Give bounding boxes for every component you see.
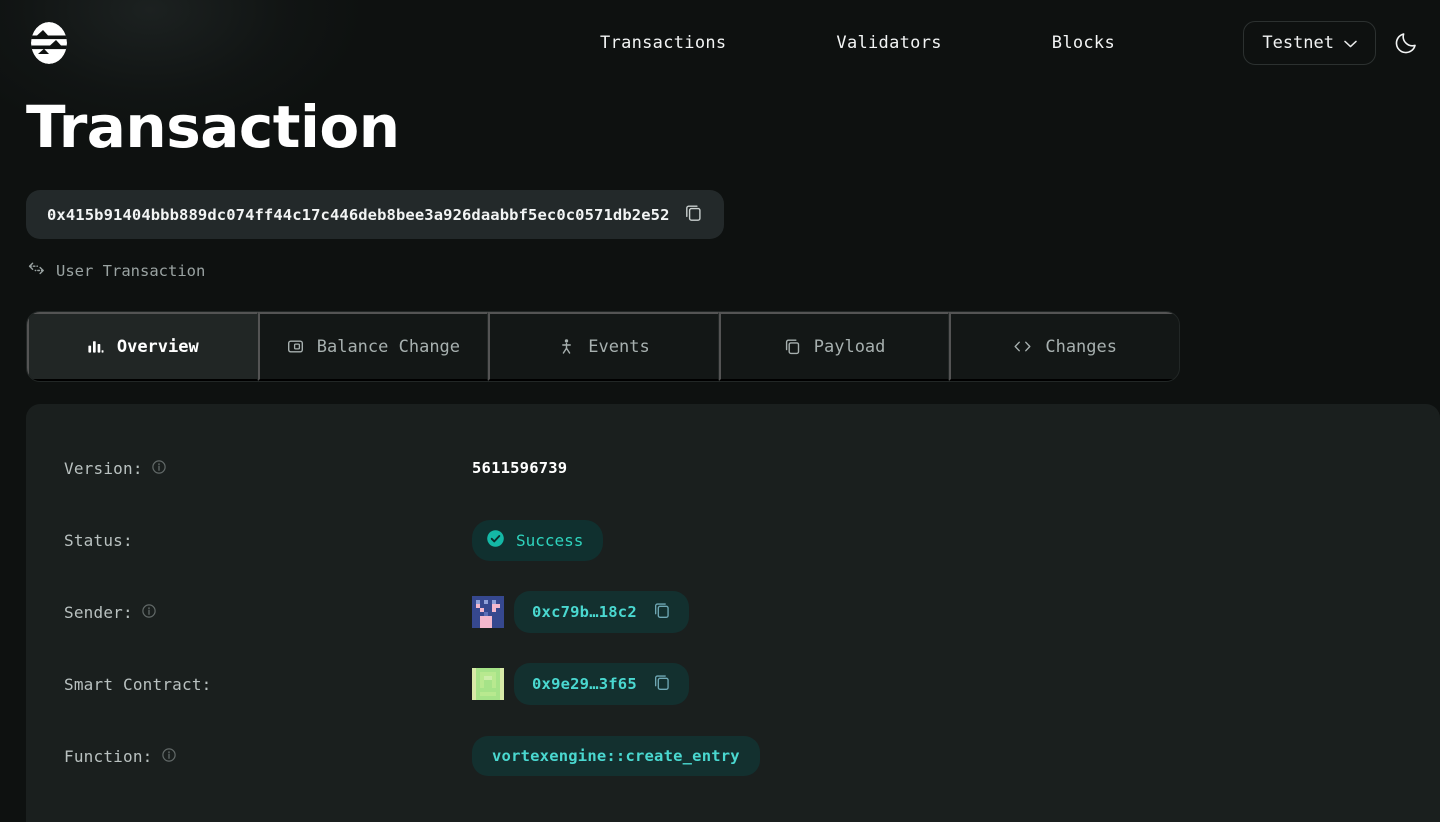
detail-row-function: Function: vortexengine::create_entry — [26, 720, 1440, 792]
copy-icon[interactable] — [653, 673, 671, 695]
tab-events-label: Events — [588, 336, 650, 357]
detail-label-function: Function: — [64, 746, 153, 766]
detail-row-amount: Amount: 0 APT — [26, 792, 1440, 822]
tab-events[interactable]: Events — [488, 312, 719, 381]
detail-label-sender: Sender: — [64, 602, 133, 622]
overview-panel: Version: 5611596739 Status: Success Send… — [26, 404, 1440, 822]
row-label: Amount: — [64, 819, 472, 822]
detail-row-sender: Sender: 0xc79b…18c2 — [26, 576, 1440, 648]
documents-icon — [784, 338, 801, 355]
code-brackets-icon — [1013, 339, 1032, 354]
smart-contract-address-pill[interactable]: 0x9e29…3f65 — [514, 663, 689, 705]
row-value: 0x9e29…3f65 — [472, 663, 689, 705]
function-name: vortexengine::create_entry — [492, 747, 740, 765]
person-icon — [558, 338, 575, 355]
sender-address-pill[interactable]: 0xc79b…18c2 — [514, 591, 689, 633]
status-badge-label: Success — [516, 530, 584, 550]
main-nav: Transactions Validators Blocks — [600, 0, 1115, 86]
row-value: vortexengine::create_entry — [472, 736, 760, 776]
transfer-arrows-icon — [28, 261, 45, 280]
page-root: Transactions Validators Blocks Testnet T… — [0, 0, 1440, 822]
row-label: Sender: — [64, 603, 472, 622]
row-label: Status: — [64, 531, 472, 550]
transaction-type: User Transaction — [28, 261, 1440, 280]
site-header: Transactions Validators Blocks Testnet — [0, 0, 1440, 86]
row-value: 0xc79b…18c2 — [472, 591, 689, 633]
nav-item-blocks[interactable]: Blocks — [1052, 25, 1115, 61]
row-label: Smart Contract: — [64, 675, 472, 694]
bar-chart-icon — [87, 338, 104, 355]
avatar — [472, 667, 504, 701]
tab-balance-change[interactable]: Balance Change — [257, 312, 489, 381]
header-actions: Testnet — [1243, 0, 1422, 86]
wallet-icon — [287, 338, 304, 355]
chevron-down-icon — [1344, 33, 1357, 53]
smart-contract-address: 0x9e29…3f65 — [532, 675, 637, 693]
info-icon[interactable] — [161, 747, 176, 766]
moon-icon — [1394, 29, 1420, 58]
smart-contract-address-group: 0x9e29…3f65 — [472, 663, 689, 705]
tab-overview[interactable]: Overview — [27, 312, 258, 381]
avatar — [472, 595, 504, 629]
sender-address-group: 0xc79b…18c2 — [472, 591, 689, 633]
transaction-hash-pill[interactable]: 0x415b91404bbb889dc074ff44c17c446deb8bee… — [26, 190, 724, 239]
tab-payload-label: Payload — [813, 336, 886, 357]
transaction-type-label: User Transaction — [56, 261, 206, 280]
row-label: Version: — [64, 459, 472, 478]
copy-icon[interactable] — [653, 601, 671, 623]
detail-label-version: Version: — [64, 458, 143, 478]
row-value: 5611596739 — [472, 459, 567, 477]
network-selector[interactable]: Testnet — [1243, 21, 1376, 65]
check-circle-icon — [486, 529, 505, 552]
tab-balance-change-label: Balance Change — [316, 336, 461, 357]
nav-item-transactions[interactable]: Transactions — [600, 25, 726, 61]
aptos-logo[interactable] — [26, 20, 72, 66]
detail-label-smart-contract: Smart Contract: — [64, 674, 212, 694]
tab-overview-label: Overview — [116, 336, 199, 357]
tab-changes-label: Changes — [1045, 336, 1117, 357]
detail-row-version: Version: 5611596739 — [26, 432, 1440, 504]
detail-row-status: Status: Success — [26, 504, 1440, 576]
row-value: Success — [472, 519, 604, 561]
detail-value-version: 5611596739 — [472, 459, 568, 477]
copy-icon[interactable] — [684, 203, 703, 226]
detail-row-smart-contract: Smart Contract: 0x9e29…3f65 — [26, 648, 1440, 720]
tab-payload[interactable]: Payload — [718, 312, 950, 381]
info-icon[interactable] — [151, 459, 166, 478]
tab-changes[interactable]: Changes — [949, 312, 1179, 381]
function-pill[interactable]: vortexengine::create_entry — [472, 736, 760, 776]
page-title: Transaction — [26, 93, 400, 161]
info-icon[interactable] — [142, 603, 156, 622]
theme-toggle-button[interactable] — [1392, 28, 1422, 58]
nav-item-validators[interactable]: Validators — [836, 25, 941, 61]
transaction-hash: 0x415b91404bbb889dc074ff44c17c446deb8bee… — [47, 205, 670, 224]
detail-tabs: Overview Balance Change Events Payload C… — [26, 311, 1180, 382]
status-badge: Success — [472, 519, 604, 561]
row-label: Function: — [64, 747, 472, 766]
detail-label-amount: Amount: — [64, 819, 133, 822]
network-label: Testnet — [1262, 33, 1334, 53]
detail-label-status: Status: — [64, 530, 133, 550]
sender-address: 0xc79b…18c2 — [532, 603, 637, 621]
